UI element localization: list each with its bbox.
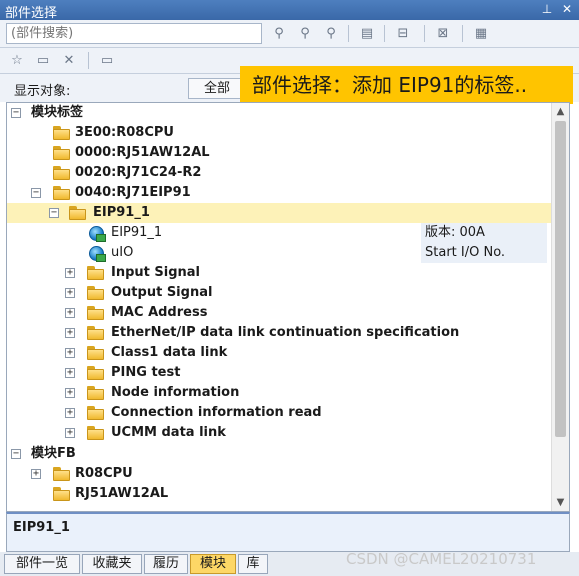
tree-node-group[interactable]: + Output Signal [7, 283, 551, 303]
delete-icon[interactable]: ✕ [58, 51, 80, 71]
tree-node-group[interactable]: + Node information [7, 383, 551, 403]
collapse-icon[interactable]: − [49, 208, 59, 218]
tab-module[interactable]: 模块 [190, 554, 236, 574]
tree-node-group[interactable]: + Input Signal [7, 263, 551, 283]
tree-node-fb[interactable]: + R08CPU [7, 464, 551, 484]
tree-node-group[interactable]: + UCMM data link [7, 423, 551, 443]
expand-icon[interactable]: + [65, 308, 75, 318]
detail-pane: EIP91_1 [6, 512, 570, 552]
folder-icon [53, 166, 70, 180]
expand-icon[interactable]: + [65, 368, 75, 378]
tree-node-label[interactable]: uIO Start I/O No. [7, 243, 551, 263]
tree-node-group[interactable]: + Class1 data link [7, 343, 551, 363]
tree-node-module[interactable]: 0020:RJ71C24-R2 [7, 163, 551, 183]
folder-icon [87, 326, 104, 340]
tree-node-label[interactable]: EIP91_1 版本: 00A [7, 223, 551, 243]
favorite-star-icon[interactable]: ☆ [6, 51, 28, 71]
tree-node-module[interactable]: 3E00:R08CPU [7, 123, 551, 143]
expand-icon[interactable]: + [65, 388, 75, 398]
collapse-icon[interactable]: − [11, 449, 21, 459]
tab-favorites[interactable]: 收藏夹 [82, 554, 142, 574]
folder-icon [53, 126, 70, 140]
find-next-icon[interactable]: ⚲ [294, 24, 316, 44]
tree-node-module-fb[interactable]: − 模块FB [7, 444, 551, 464]
folder-icon [53, 146, 70, 160]
tab-parts-list[interactable]: 部件一览 [4, 554, 80, 574]
window-title: 部件选择 [5, 6, 58, 21]
tree-scrollbar[interactable]: ▲ ▼ [551, 103, 569, 511]
scroll-down-icon[interactable]: ▼ [552, 494, 569, 511]
folder-icon [87, 306, 104, 320]
clear-icon[interactable]: ⊠ [432, 24, 454, 44]
folder-icon [87, 346, 104, 360]
search-input[interactable] [6, 23, 262, 44]
expand-icon[interactable]: + [65, 348, 75, 358]
component-tree: − 模块标签 3E00:R08CPU 0000:RJ51AW12AL 0020:… [6, 102, 570, 512]
expand-view-icon[interactable]: ▤ [356, 24, 378, 44]
tree-node-group[interactable]: + EtherNet/IP data link continuation spe… [7, 323, 551, 343]
folder-icon [87, 286, 104, 300]
tab-history[interactable]: 履历 [144, 554, 188, 574]
expand-icon[interactable]: + [65, 328, 75, 338]
label-value: 版本: 00A [421, 223, 547, 243]
find-icon[interactable]: ⚲ [268, 24, 290, 44]
collapse-icon[interactable]: − [31, 188, 41, 198]
label-globe-icon [89, 226, 106, 242]
folder-icon [53, 467, 70, 481]
tree-node-group[interactable]: + PING test [7, 363, 551, 383]
find-prev-icon[interactable]: ⚲ [320, 24, 342, 44]
folder-icon [53, 487, 70, 501]
search-toolbar: ⚲ ⚲ ⚲ ▤ ⊟ ⊠ ▦ [0, 20, 579, 48]
tree-node-group[interactable]: + MAC Address [7, 303, 551, 323]
settings-icon[interactable]: ▦ [470, 24, 492, 44]
folder-icon [87, 426, 104, 440]
tree-node-module-tags[interactable]: − 模块标签 [7, 103, 551, 123]
display-target-select[interactable]: 全部 [188, 78, 246, 99]
watermark: CSDN @CAMEL20210731 [346, 550, 537, 568]
tree-node-fb[interactable]: RJ51AW12AL [7, 484, 551, 504]
layout-dropdown-icon[interactable]: ⊟ [392, 24, 414, 44]
filter-label: 显示对象: [14, 84, 71, 99]
folder-icon [87, 266, 104, 280]
scroll-up-icon[interactable]: ▲ [552, 103, 569, 120]
window-titlebar: 部件选择 ⊥ ✕ [0, 0, 579, 21]
tab-library[interactable]: 库 [238, 554, 268, 574]
label-globe-icon [89, 246, 106, 262]
expand-icon[interactable]: + [65, 268, 75, 278]
pin-icon[interactable]: ⊥ [539, 1, 555, 17]
folder-icon [69, 206, 86, 220]
folder-icon[interactable]: ▭ [32, 51, 54, 71]
tree-node-eip91[interactable]: − EIP91_1 [7, 203, 551, 223]
detail-name: EIP91_1 [13, 520, 70, 535]
expand-icon[interactable]: + [65, 288, 75, 298]
expand-icon[interactable]: + [65, 408, 75, 418]
close-icon[interactable]: ✕ [559, 1, 575, 17]
expand-icon[interactable]: + [65, 428, 75, 438]
collapse-icon[interactable]: − [11, 108, 21, 118]
export-dropdown-icon[interactable]: ▭ [96, 51, 118, 71]
annotation-callout: 部件选择：添加 EIP91的标签.. [240, 66, 573, 104]
tree-node-module[interactable]: 0000:RJ51AW12AL [7, 143, 551, 163]
scroll-thumb[interactable] [555, 121, 566, 437]
tree-node-group[interactable]: + Connection information read [7, 403, 551, 423]
folder-icon [87, 406, 104, 420]
folder-icon [53, 186, 70, 200]
folder-icon [87, 386, 104, 400]
tree-node-module[interactable]: − 0040:RJ71EIP91 [7, 183, 551, 203]
label-value: Start I/O No. [421, 243, 547, 263]
expand-icon[interactable]: + [31, 469, 41, 479]
folder-icon [87, 366, 104, 380]
